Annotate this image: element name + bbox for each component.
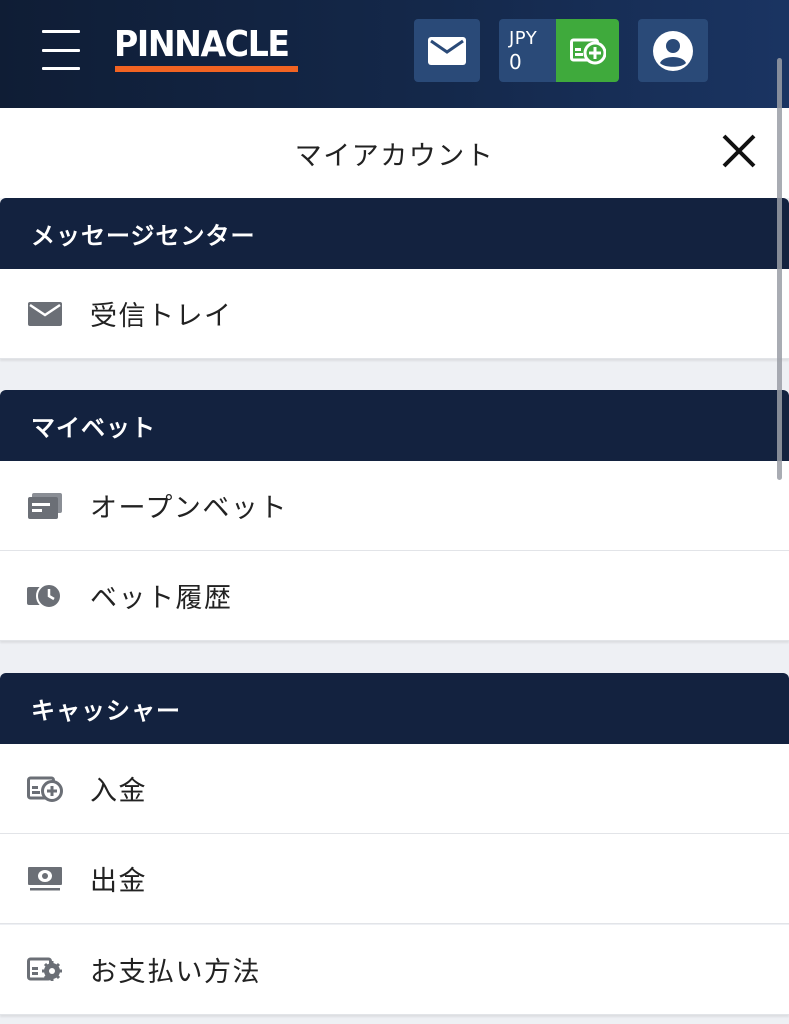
- menu-item-label: ベット履歴: [90, 583, 233, 614]
- withdraw-cash-icon: [27, 865, 63, 893]
- menu-item-payment-methods[interactable]: お支払い方法: [0, 925, 789, 1015]
- deposit-icon: [569, 38, 606, 64]
- envelope-icon: [428, 36, 466, 65]
- account-panel-header: マイアカウント: [0, 108, 789, 198]
- panel-title: マイアカウント: [294, 140, 495, 172]
- menu-item-label: 出金: [90, 866, 147, 897]
- menu-item-label: オープンベット: [90, 493, 288, 524]
- menu-item-label: お支払い方法: [90, 957, 261, 988]
- scrollbar[interactable]: [777, 58, 782, 480]
- hamburger-menu-icon[interactable]: [42, 30, 80, 70]
- user-avatar-icon: [653, 30, 693, 71]
- menu-item-withdraw[interactable]: 出金: [0, 834, 789, 924]
- section-my-bets: マイベット: [0, 390, 789, 461]
- close-button[interactable]: [720, 132, 758, 170]
- menu-item-inbox[interactable]: 受信トレイ: [0, 269, 789, 359]
- close-icon: [722, 134, 756, 168]
- section-cashier: キャッシャー: [0, 673, 789, 744]
- menu-item-open-bets[interactable]: オープンベット: [0, 461, 789, 551]
- envelope-icon: [27, 300, 63, 328]
- balance-display[interactable]: JPY 0: [499, 19, 559, 82]
- quick-deposit-button[interactable]: [556, 19, 619, 82]
- menu-item-bet-history[interactable]: ベット履歴: [0, 551, 789, 641]
- section-message-center: メッセージセンター: [0, 198, 789, 269]
- pinnacle-logo[interactable]: PINNACLE: [114, 26, 290, 64]
- menu-item-deposit[interactable]: 入金: [0, 744, 789, 834]
- menu-item-label: 受信トレイ: [90, 301, 233, 332]
- balance-amount: 0: [509, 49, 522, 74]
- top-bar: PINNACLE JPY 0: [0, 0, 789, 108]
- bet-slip-icon: [27, 492, 63, 520]
- deposit-icon: [27, 775, 63, 803]
- bet-history-clock-icon: [27, 582, 63, 610]
- payment-settings-icon: [27, 956, 63, 984]
- menu-item-label: 入金: [90, 776, 147, 807]
- account-button[interactable]: [638, 19, 708, 82]
- balance-currency: JPY: [509, 27, 538, 49]
- messages-button[interactable]: [414, 19, 480, 82]
- logo-underline: [115, 66, 298, 72]
